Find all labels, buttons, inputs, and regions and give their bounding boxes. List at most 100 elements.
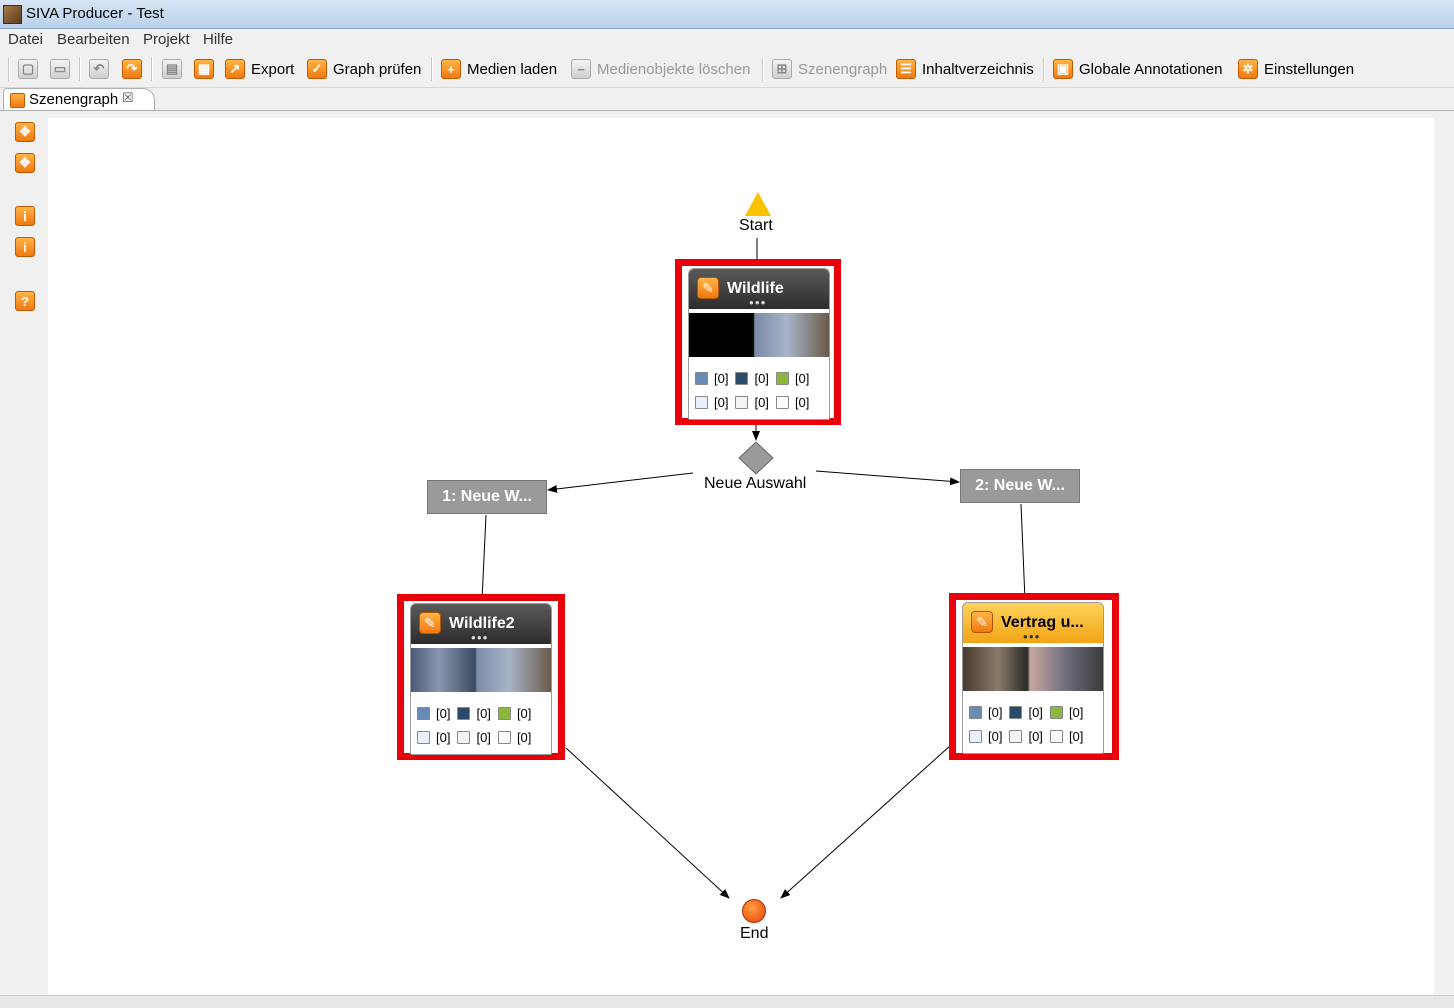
menu-bar: Datei Bearbeiten Projekt Hilfe — [0, 29, 1454, 50]
toolbar-separator — [151, 57, 153, 81]
pager-dots-icon: ●●● — [471, 633, 489, 642]
medienobjekte-loeschen-label: Medienobjekte löschen — [597, 60, 751, 78]
inhaltverzeichnis-button[interactable]: ☰ Inhaltverzeichnis — [896, 57, 1034, 81]
globale-annotationen-button[interactable]: ▣ Globale Annotationen — [1053, 57, 1222, 81]
save-button[interactable]: ▤ — [162, 57, 182, 81]
scene-header: ✎ Vertrag u... ●●● — [963, 603, 1103, 643]
graph-canvas[interactable]: Start Neue Auswahl 1: Neue W... 2: Neue … — [48, 118, 1434, 995]
export-button[interactable]: ↗ Export — [225, 57, 294, 81]
menu-datei[interactable]: Datei — [8, 31, 43, 48]
scene-graph-icon: ⊞ — [772, 59, 792, 79]
image-count: [0] — [988, 704, 1003, 720]
redo-icon: ↷ — [122, 59, 142, 79]
edge-choice1-wildlife2 — [481, 514, 487, 601]
video-icon — [457, 706, 471, 720]
graph-check-icon: ✓ — [307, 59, 327, 79]
new-file-icon: ▢ — [18, 59, 38, 79]
pager-dots-icon: ●●● — [749, 298, 767, 307]
pdf-icon — [497, 730, 511, 744]
undo-icon: ↶ — [89, 59, 109, 79]
einstellungen-label: Einstellungen — [1264, 60, 1355, 78]
remove-media-icon: − — [571, 59, 591, 79]
start-node[interactable] — [745, 192, 771, 216]
end-label: End — [740, 925, 769, 942]
selection-label: Neue Auswahl — [704, 475, 807, 492]
szenengraph-label: Szenengraph — [798, 60, 888, 78]
edit-icon[interactable]: ✎ — [419, 612, 441, 634]
inhaltverzeichnis-label: Inhaltverzeichnis — [922, 60, 1034, 78]
tab-szenengraph[interactable]: Szenengraph ☒ — [3, 88, 155, 111]
medienobjekte-loeschen-button[interactable]: − Medienobjekte löschen — [571, 57, 750, 81]
pdf-count: [0] — [794, 394, 810, 410]
close-icon[interactable]: ☒ — [122, 90, 134, 106]
image-icon — [969, 705, 982, 719]
medien-laden-label: Medien laden — [467, 60, 558, 78]
text-count: [0] — [436, 729, 451, 745]
toolbar: ▢ ▭ ↶ ↷ ▤ ▦ ↗ Export ✓ Graph prüfen + Medie… — [0, 51, 1454, 88]
image-count: [0] — [436, 705, 451, 721]
scene-graph-tab-icon — [10, 93, 25, 108]
edge-selection-choice1 — [547, 472, 694, 493]
add-node-icon[interactable]: ✥ — [15, 153, 35, 173]
menu-bearbeiten[interactable]: Bearbeiten — [57, 31, 130, 48]
video-icon — [1009, 705, 1023, 719]
scene-thumbnail — [411, 648, 551, 692]
menu-projekt[interactable]: Projekt — [143, 31, 190, 48]
add-selection-icon[interactable]: i — [15, 237, 35, 257]
scene-node-wildlife2[interactable]: ✎ Wildlife2 ●●● [0] [0] [0] [0] [0] [0] — [397, 594, 565, 760]
stats-row-media: [0] [0] [0] — [969, 703, 1090, 721]
open-button[interactable]: ▭ — [50, 57, 70, 81]
status-bar — [0, 995, 1454, 1008]
editor-tab-bar: Szenengraph ☒ — [0, 88, 1454, 111]
gear-icon: ✲ — [1238, 59, 1258, 79]
menu-hilfe[interactable]: Hilfe — [203, 31, 233, 48]
toolbar-separator — [1043, 57, 1045, 81]
audio-count: [0] — [794, 370, 810, 386]
scene-thumbnail — [963, 647, 1103, 691]
export-label: Export — [251, 60, 295, 78]
edge-vertrag-end — [780, 744, 952, 899]
add-scene-icon[interactable]: ✥ — [15, 122, 35, 142]
edges-layer — [481, 238, 1026, 899]
scene-header: ✎ Wildlife ●●● — [689, 269, 829, 309]
add-quiz-icon[interactable]: ? — [15, 291, 35, 311]
graph-pruefen-label: Graph prüfen — [333, 60, 422, 78]
end-node[interactable] — [742, 899, 766, 923]
scene-title: Wildlife — [727, 280, 784, 297]
image-count: [0] — [714, 370, 729, 386]
scene-thumbnail — [689, 313, 829, 357]
einstellungen-button[interactable]: ✲ Einstellungen — [1238, 57, 1354, 81]
scene-node-vertrag[interactable]: ✎ Vertrag u... ●●● [0] [0] [0] [0] [0] [… — [949, 593, 1119, 760]
text-count: [0] — [714, 394, 729, 410]
stats-row-media: [0] [0] [0] — [695, 369, 816, 387]
save-icon: ▤ — [162, 59, 182, 79]
stats-row-media: [0] [0] [0] — [417, 704, 538, 722]
audio-count: [0] — [516, 705, 532, 721]
stats-row-text: [0] [0] [0] — [695, 393, 816, 411]
audio-icon — [775, 371, 789, 385]
save-as-button[interactable]: ▦ — [194, 57, 214, 81]
scene-node-wildlife[interactable]: ✎ Wildlife ●●● [0] [0] [0] [0] [0] [0] — [675, 259, 841, 425]
undo-button[interactable]: ↶ — [89, 57, 109, 81]
toolbar-separator — [79, 57, 81, 81]
scene-header: ✎ Wildlife2 ●●● — [411, 604, 551, 644]
edit-icon[interactable]: ✎ — [697, 277, 719, 299]
medien-laden-button[interactable]: + Medien laden — [441, 57, 557, 81]
choice-node-1[interactable]: 1: Neue W... — [427, 480, 547, 514]
subtitle-count: [0] — [476, 729, 491, 745]
choice-node-2[interactable]: 2: Neue W... — [960, 469, 1080, 503]
new-button[interactable]: ▢ — [18, 57, 38, 81]
toolbar-separator — [431, 57, 433, 81]
video-count: [0] — [1028, 704, 1043, 720]
redo-button[interactable]: ↷ — [122, 57, 142, 81]
edit-icon[interactable]: ✎ — [971, 611, 993, 633]
subtitle-count: [0] — [1028, 728, 1043, 744]
audio-count: [0] — [1068, 704, 1084, 720]
add-info-icon[interactable]: i — [15, 206, 35, 226]
graph-pruefen-button[interactable]: ✓ Graph prüfen — [307, 57, 421, 81]
stats-row-text: [0] [0] [0] — [417, 728, 538, 746]
video-count: [0] — [754, 370, 769, 386]
szenengraph-button[interactable]: ⊞ Szenengraph — [772, 57, 887, 81]
selection-diamond[interactable] — [738, 441, 774, 475]
add-media-icon: + — [441, 59, 461, 79]
